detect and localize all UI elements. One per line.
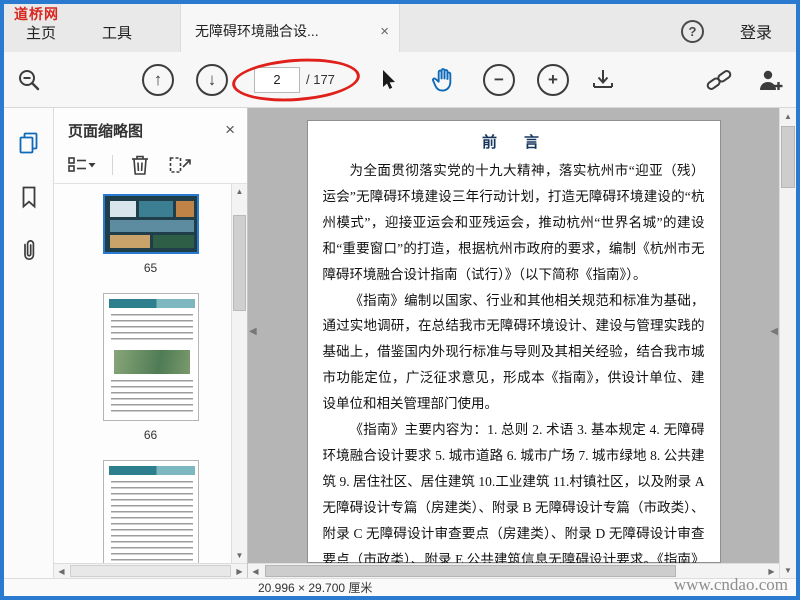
thumbnails-toolbar	[54, 146, 247, 184]
scrollbar-thumb[interactable]	[265, 565, 676, 577]
tab-close-icon[interactable]: ×	[380, 23, 389, 40]
document-heading: 前 言	[481, 135, 545, 151]
thumbnail-page-number: 65	[143, 261, 158, 275]
main-toolbar: ↑ ↓ / 177 − +	[4, 52, 796, 108]
tab-document-title: 无障碍环境融合设...	[195, 23, 319, 39]
thumbnails-panel-title: 页面缩略图	[68, 122, 144, 140]
select-cursor-icon[interactable]	[375, 67, 401, 93]
page-view-area: ◀ ◀ 前 言 为全面贯彻落实党的十九大精神，落实杭州市“迎亚（残）运会”无障碍…	[248, 108, 779, 563]
watermark-cndao: www.cndao.com	[673, 575, 788, 594]
next-page-icon[interactable]: ↓	[196, 63, 228, 96]
tab-document[interactable]: 无障碍环境融合设... ×	[180, 4, 401, 52]
zoom-out-magnifier-icon[interactable]	[16, 67, 42, 93]
thumbnail-item[interactable]	[54, 460, 247, 563]
scroll-up-icon[interactable]: ▲	[232, 184, 247, 199]
tab-bar: 主页 工具 无障碍环境融合设... × ? 登录	[4, 4, 796, 52]
thumbnail-scrollbar-vertical[interactable]: ▲ ▼	[231, 184, 247, 563]
link-icon[interactable]	[704, 67, 734, 93]
thumbnail-list: 65 66 ▲ ▼	[54, 184, 247, 563]
thumbnail-item[interactable]: 66	[54, 293, 247, 442]
left-rail	[4, 108, 54, 578]
scrollbar-thumb[interactable]	[233, 215, 246, 311]
page-number-input[interactable]	[254, 66, 300, 93]
scrollbar-track[interactable]	[780, 124, 796, 562]
thumbnails-panel-header: 页面缩略图 ×	[54, 108, 247, 146]
pdf-reader-window: 道桥网 www.cndao.com 主页 工具 无障碍环境融合设... × ? …	[0, 0, 800, 600]
thumbnail-view-options-icon[interactable]	[66, 154, 96, 176]
zoom-in-icon[interactable]: +	[536, 63, 569, 96]
login-button[interactable]: 登录	[740, 19, 772, 43]
pdf-page: 前 言 为全面贯彻落实党的十九大精神，落实杭州市“迎亚（残）运会”无障碍环境建设…	[306, 120, 721, 563]
document-viewer: ◀ ◀ 前 言 为全面贯彻落实党的十九大精神，落实杭州市“迎亚（残）运会”无障碍…	[248, 108, 779, 578]
document-paragraph: 为全面贯彻落实党的十九大精神，落实杭州市“迎亚（残）运会”无障碍环境建设三年行动…	[322, 163, 705, 282]
scrollbar-thumb[interactable]	[70, 565, 231, 577]
thumbnail-scrollbar-horizontal[interactable]: ◀ ▶	[54, 563, 247, 578]
delete-page-icon[interactable]	[129, 153, 151, 177]
scrollbar-thumb[interactable]	[781, 126, 795, 188]
collapse-panel-icon[interactable]: ◀	[249, 326, 257, 337]
watermark-daoqiaowang: 道桥网	[14, 6, 59, 22]
page-total-label: / 177	[306, 72, 335, 87]
page-dimensions-label: 20.996 × 29.700 厘米	[258, 581, 373, 595]
scroll-left-icon[interactable]: ◀	[248, 564, 263, 578]
zoom-out-icon[interactable]: −	[482, 63, 515, 96]
help-icon[interactable]: ?	[680, 19, 704, 43]
viewer-scrollbar-vertical[interactable]: ▲ ▼	[779, 108, 796, 578]
thumbnail-page-number: 66	[143, 428, 158, 442]
thumbnail-item[interactable]: 65	[54, 194, 247, 275]
scroll-up-icon[interactable]: ▲	[780, 108, 796, 124]
extract-page-icon[interactable]	[167, 153, 193, 177]
document-paragraph: 《指南》主要内容为：1. 总则 2. 术语 3. 基本规定 4. 无障碍环境融合…	[322, 422, 705, 563]
hand-tool-icon[interactable]	[429, 66, 457, 94]
thumbnail-page-65[interactable]	[102, 194, 199, 254]
main-area: 页面缩略图 × 65 66 ▲ ▼ ◀ ▶ ◀ ◀ 前 言 为全面贯彻落实党的十…	[4, 108, 796, 578]
thumbnail-page-66[interactable]	[102, 293, 199, 421]
thumbnails-panel: 页面缩略图 × 65 66 ▲ ▼ ◀ ▶	[54, 108, 248, 578]
panel-close-icon[interactable]: ×	[225, 120, 235, 140]
add-user-icon[interactable]	[756, 67, 784, 93]
previous-page-icon[interactable]: ↑	[142, 63, 174, 96]
document-paragraph: 《指南》编制以国家、行业和其他相关规范和标准为基础，通过实地调研，在总结我市无障…	[322, 292, 705, 412]
scrollbar-track[interactable]	[69, 564, 232, 578]
tab-tools[interactable]: 工具	[88, 10, 146, 47]
fit-width-icon[interactable]	[589, 66, 617, 94]
thumbnails-panel-icon[interactable]	[16, 130, 42, 156]
scrollbar-track[interactable]	[232, 199, 247, 548]
attachments-panel-icon[interactable]	[17, 238, 41, 264]
toolbar-separator	[112, 154, 113, 175]
scroll-left-icon[interactable]: ◀	[54, 564, 69, 578]
thumbnail-page-next[interactable]	[102, 460, 199, 563]
scroll-right-icon[interactable]: ▶	[232, 564, 247, 578]
bookmarks-panel-icon[interactable]	[17, 184, 41, 210]
collapse-right-icon[interactable]: ◀	[770, 326, 778, 337]
scroll-down-icon[interactable]: ▼	[232, 548, 247, 563]
